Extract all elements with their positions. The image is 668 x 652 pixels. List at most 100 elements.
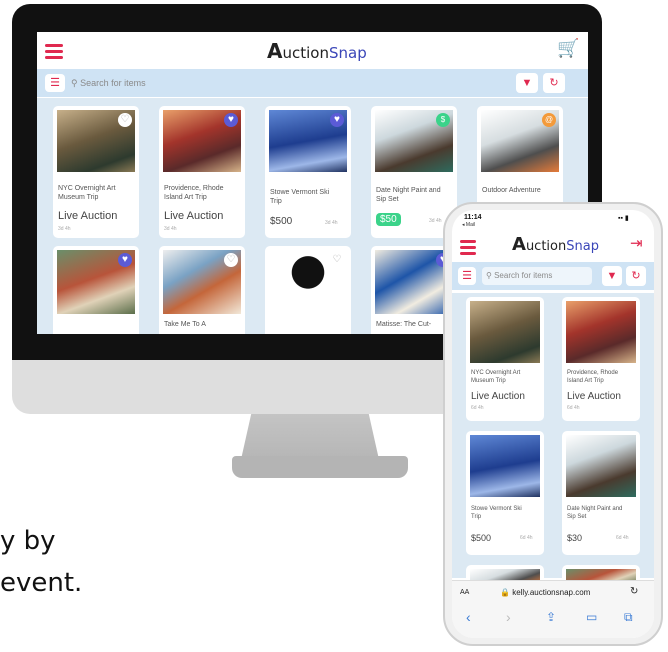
item-status: Live Auction xyxy=(471,391,525,402)
item-card[interactable]: Date Night Paint and Sip Set $30 6d 4h xyxy=(562,431,640,555)
search-placeholder: Search for items xyxy=(80,78,146,88)
item-price: $500 xyxy=(471,533,492,543)
app-logo[interactable]: AuctionSnap xyxy=(512,234,599,255)
status-indicators-icon: ▪▪ ▮ xyxy=(618,215,629,222)
caption-line-2: event. xyxy=(0,568,83,598)
list-icon: ☰ xyxy=(50,77,60,89)
heart-icon[interactable]: ♡ xyxy=(330,253,344,267)
item-image xyxy=(566,435,636,497)
item-time: 6d 4h xyxy=(471,405,484,411)
item-time: 3d 4h xyxy=(429,218,442,224)
cart-icon[interactable]: 🛒 xyxy=(557,39,579,57)
item-card[interactable]: ♡ NYC Overnight Art Museum Trip Live Auct… xyxy=(53,106,139,238)
url-text: kelly.auctionsnap.com xyxy=(512,588,591,597)
search-icon: ⚲ xyxy=(71,78,78,88)
status-time: 11:14 xyxy=(464,214,482,221)
item-title: Matisse: The Cut- xyxy=(376,321,432,328)
item-time: 6d 4h xyxy=(520,535,533,541)
refresh-button[interactable]: ↻ xyxy=(626,266,646,286)
item-card[interactable]: ♥ xyxy=(53,246,139,334)
item-card[interactable]: ♥ Stowe Vermont Ski Trip $500 3d 4h xyxy=(265,106,351,238)
filter-button[interactable]: ▼ xyxy=(516,73,538,93)
search-bar: ☰ ⚲ Search for items ▼ ↻ xyxy=(37,69,588,97)
item-image xyxy=(470,435,540,497)
tag-icon: @ xyxy=(542,113,556,127)
address-bar[interactable]: 🔒 kelly.auctionsnap.com xyxy=(500,588,590,597)
search-bar: ☰ ⚲ Search for items ▼ ↻ xyxy=(452,262,654,290)
item-card[interactable]: ♥ Providence, Rhode Island Art Trip Live … xyxy=(159,106,245,238)
logo-letter: A xyxy=(267,39,283,63)
list-icon: ☰ xyxy=(462,270,472,282)
item-card[interactable]: Providence, Rhode Island Art Trip Live Au… xyxy=(562,297,640,421)
refresh-icon: ↻ xyxy=(631,270,641,282)
refresh-button[interactable]: ↻ xyxy=(543,73,565,93)
logo-word-auction: uction xyxy=(282,44,329,62)
item-title: Date Night Paint and Sip Set xyxy=(567,506,623,520)
refresh-icon: ↻ xyxy=(549,77,559,89)
heart-icon[interactable]: ♥ xyxy=(330,113,344,127)
reader-options-button[interactable]: AA xyxy=(460,589,469,596)
logo-word-snap: Snap xyxy=(566,239,599,254)
forward-arrow-icon[interactable]: › xyxy=(506,609,511,625)
search-icon: ⚲ xyxy=(486,271,492,280)
item-title: Providence, Rhode Island Art Trip xyxy=(164,185,224,201)
item-title: NYC Overnight Art Museum Trip xyxy=(58,185,116,201)
item-image xyxy=(566,301,636,363)
app-logo[interactable]: AuctionSnap xyxy=(267,39,367,63)
item-time: 6d 4h xyxy=(616,535,629,541)
item-grid: NYC Overnight Art Museum Trip Live Auctio… xyxy=(452,293,654,585)
back-arrow-icon[interactable]: ‹ xyxy=(466,609,471,625)
desktop-header: AuctionSnap 🛒 xyxy=(37,32,588,68)
item-time: 6d 4h xyxy=(567,405,580,411)
search-input[interactable]: ⚲ Search for items xyxy=(71,78,146,89)
heart-icon[interactable]: ♡ xyxy=(224,253,238,267)
item-title: Stowe Vermont Ski Trip xyxy=(471,506,522,520)
phone-screen: 11:14 ◂ Mail ▪▪ ▮ AuctionSnap ⇥ ☰ ⚲ Sear… xyxy=(452,210,654,638)
hamburger-icon[interactable] xyxy=(460,237,476,258)
logo-word-auction: uction xyxy=(525,239,567,254)
bookmarks-icon[interactable]: ▭ xyxy=(586,610,597,624)
login-icon[interactable]: ⇥ xyxy=(630,234,643,252)
item-card[interactable]: ♡ xyxy=(265,246,351,334)
status-back-to-mail[interactable]: ◂ Mail xyxy=(462,222,475,228)
search-placeholder: Search for items xyxy=(494,271,553,280)
search-input[interactable]: ⚲ Search for items xyxy=(482,267,592,285)
item-title: Stowe Vermont Ski Trip xyxy=(270,189,330,205)
item-time: 3d 4h xyxy=(58,226,71,232)
reload-icon[interactable]: ↻ xyxy=(630,586,638,597)
item-image xyxy=(470,301,540,363)
tabs-icon[interactable]: ⧉ xyxy=(624,610,633,625)
item-card[interactable]: ♡ Take Me To A xyxy=(159,246,245,334)
item-card[interactable]: NYC Overnight Art Museum Trip Live Auctio… xyxy=(466,297,544,421)
item-price: $30 xyxy=(567,533,583,543)
item-card[interactable]: $ Date Night Paint and Sip Set $50 3d 4h xyxy=(371,106,457,238)
heart-icon[interactable]: ♥ xyxy=(224,113,238,127)
browser-toolbar: AA 🔒 kelly.auctionsnap.com ↻ ‹ › ⇪ ▭ ⧉ xyxy=(452,580,654,638)
logo-word-snap: Snap xyxy=(328,44,367,62)
item-title: Date Night Paint and Sip Set xyxy=(376,187,441,203)
monitor-stand-base xyxy=(232,456,408,478)
caption-line-1: y by xyxy=(0,526,56,556)
item-price: $500 xyxy=(270,216,293,227)
share-icon[interactable]: ⇪ xyxy=(546,610,556,624)
item-status: Live Auction xyxy=(567,391,621,402)
item-card[interactable]: Stowe Vermont Ski Trip $500 6d 4h xyxy=(466,431,544,555)
item-title: Take Me To A xyxy=(164,321,206,328)
hamburger-icon[interactable] xyxy=(45,41,63,62)
logo-letter: A xyxy=(512,234,526,255)
item-title: Providence, Rhode Island Art Trip xyxy=(567,370,619,384)
item-title: Outdoor Adventure xyxy=(482,187,541,194)
heart-icon[interactable]: ♥ xyxy=(118,253,132,267)
item-title: NYC Overnight Art Museum Trip xyxy=(471,370,521,384)
item-time: 3d 4h xyxy=(325,220,338,226)
item-status: Live Auction xyxy=(58,210,118,222)
filter-button[interactable]: ▼ xyxy=(602,266,622,286)
heart-icon[interactable]: ♡ xyxy=(118,113,132,127)
list-view-button[interactable]: ☰ xyxy=(458,267,476,285)
item-time: 3d 4h xyxy=(164,226,177,232)
filter-icon: ▼ xyxy=(521,77,533,89)
list-view-button[interactable]: ☰ xyxy=(45,74,65,92)
item-status: Live Auction xyxy=(164,210,224,222)
price-tag-icon: $ xyxy=(436,113,450,127)
item-price: $50 xyxy=(376,213,401,226)
